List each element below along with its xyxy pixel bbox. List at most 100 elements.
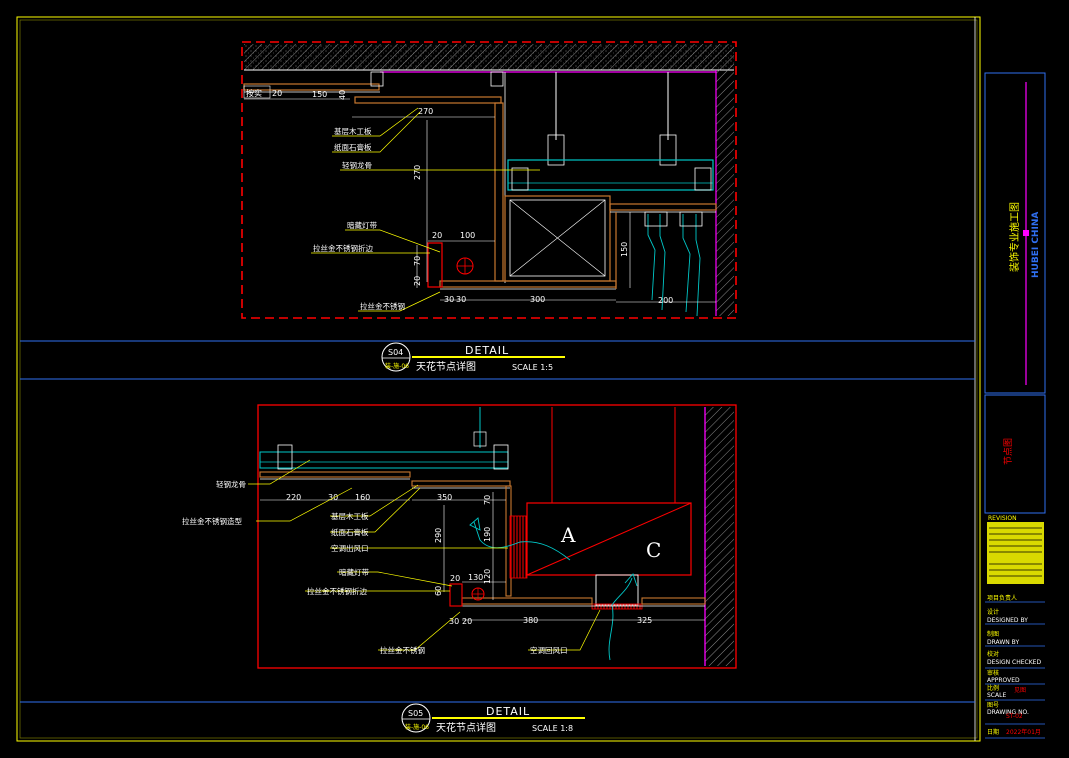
dimension-label: 20 [450,574,460,583]
s04-duct [507,159,714,191]
leader-label: 基层木工板 [334,126,372,136]
bubble-code: 装-施-06 [405,723,429,731]
dimension-label: 350 [437,493,452,502]
leader-label: 纸面石膏板 [331,527,369,537]
cad-drawing-sheet: 20 150 40 270 270 20 100 70 20 30 30 300… [16,16,1046,742]
row-label-en: APPROVED [987,677,1020,684]
dimension-label: 70 [413,256,422,266]
s05-ac-diag [526,502,692,576]
leader-label: 空调回风口 [530,645,568,655]
leader-label: 轻钢龙骨 [342,160,372,170]
dimension-label: 380 [523,616,538,625]
dimension-label: 300 [530,295,545,304]
detail-s05: A C 220 30 160 350 70 190 290 130 120 60… [182,404,737,669]
leader-label: 纸面石膏板 [334,142,372,152]
caption-scale: SCALE 1:5 [512,363,553,372]
row-label-cn: 项目负责人 [987,594,1017,602]
caption-scale: SCALE 1:8 [532,724,573,733]
bubble-code: 装-施-06 [385,362,409,370]
caption-s05: S05 装-施-06 DETAIL 天花节点详图 SCALE 1:8 [401,703,585,734]
leader-label: 空调出风口 [331,543,369,553]
s04-duct-end [511,167,529,191]
row-label-cn: 制图 [987,630,999,638]
row-label-en: SCALE [987,692,1006,699]
dimension-label: 200 [658,296,673,305]
row-label-cn: 日期 [987,728,999,736]
leader-label: 拉丝金不锈钢 [380,645,425,655]
dimension-label: 100 [460,231,475,240]
s04-return-grille [647,214,701,317]
s04-drop-board [494,102,504,282]
s05-supply-grille [509,515,528,579]
dimension-label: 290 [434,528,443,543]
s05-upper-duct [259,451,509,469]
leader-label: 暗藏灯带 [339,567,369,577]
dimension-label: 150 [312,90,327,99]
bubble-id: S04 [388,348,403,357]
dimension-label: 40 [338,90,347,100]
dimension-label: 20 [272,89,282,98]
s04-hanger [490,71,504,87]
caption-title: DETAIL [465,344,509,357]
s05-return-grille [591,603,643,610]
dimension-label: 130 [468,573,483,582]
title-rows: 项目负责人 设计 DESIGNED BY 制图 DRAWN BY 校对 DESI… [985,594,1045,739]
dimension-label: 30 [328,493,338,502]
dimension-label: 150 [620,242,629,257]
s04-wall [716,70,734,316]
row-label-cn: 比例 [987,684,999,692]
dimension-label: 270 [418,107,433,116]
dimension-label: 20 [432,231,442,240]
caption-name: 天花节点详图 [436,721,496,734]
row-label-cn: 设计 [987,608,999,616]
dimension-label: 120 [483,569,492,584]
firm-logo-mark [1023,230,1029,236]
sheet-name: 节点图 [1003,438,1014,465]
leader-label: 拉丝金不锈钢 [360,301,405,311]
leader-line [378,611,461,651]
leader-label: 基层木工板 [331,511,369,521]
s04-step-board [354,96,502,104]
dimension-label: 30 [444,295,454,304]
s05-step [411,480,511,487]
dimension-label: 30 [456,295,466,304]
detail-s04: 20 150 40 270 270 20 100 70 20 30 30 300… [241,41,737,319]
s05-clip [277,444,293,470]
caption-s04: S04 装-施-06 DETAIL 天花节点详图 SCALE 1:5 [381,342,565,373]
firm-name-cn: 装饰专业施工图 [1008,202,1021,272]
s05-clip [493,444,509,470]
scale-value: 见图 [1014,687,1026,694]
dimension-label: 190 [483,527,492,542]
drawing-number: ST-02 [1006,713,1023,720]
leader-label: 暗藏灯带 [347,220,377,230]
row-label-en: DESIGNED BY [987,617,1028,624]
caption-name: 天花节点详图 [416,360,476,373]
s05-cove [449,583,463,607]
row-label-cn: 图号 [987,702,999,709]
s04-tag-label: 按实 [246,88,262,98]
s04-bottom-board [439,280,617,288]
s04-duct-end [694,167,712,191]
leader-label: 拉丝金不锈钢造型 [182,516,242,526]
s05-airflow-return [608,573,638,661]
leader-line [330,487,421,533]
unit-label-c: C [646,538,661,562]
s05-bottom-board-r [641,597,706,605]
s04-dimension-lines [244,98,716,303]
s05-boundary [257,404,737,669]
dimension-label: 20 [462,617,472,626]
row-label-en: DESIGN CHECKED [987,659,1041,666]
firm-name-en: HUBEI CHINA [1031,212,1041,278]
leader-label: 轻钢龙骨 [216,479,246,489]
date-value: 2022年01月 [1006,728,1041,736]
dimension-label: 220 [286,493,301,502]
leader-line [528,609,601,651]
s04-slab-dots [244,44,734,70]
row-label-cn: 校对 [987,650,999,658]
dimension-label: 325 [637,616,652,625]
leader-label: 拉丝金不锈钢折边 [307,586,367,596]
bubble-id: S05 [408,709,423,718]
dimension-label: 20 [413,276,422,286]
leader-label: 拉丝金不锈钢折边 [313,243,373,253]
row-label-cn: 审核 [987,669,999,677]
